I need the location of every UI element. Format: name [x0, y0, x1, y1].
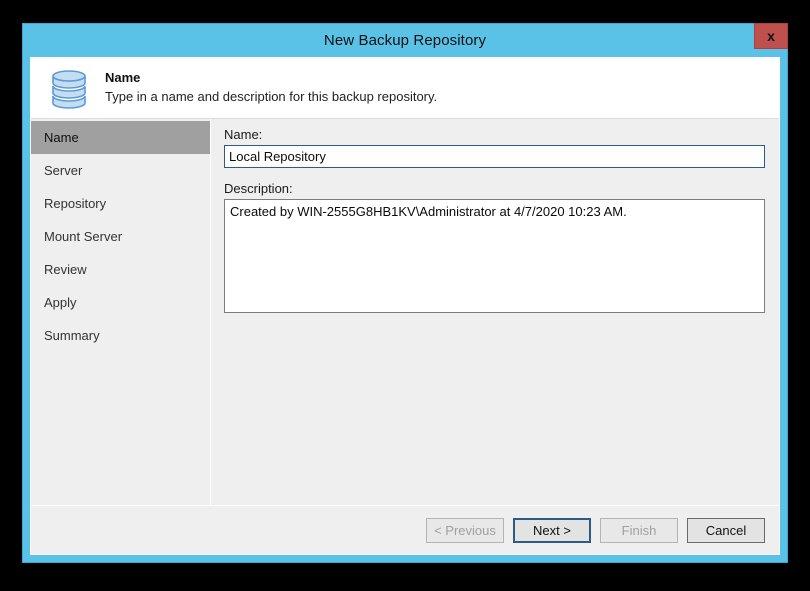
name-field-label: Name: — [224, 127, 263, 142]
close-button[interactable]: x — [754, 23, 788, 49]
window-title: New Backup Repository — [323, 32, 487, 49]
description-field-label: Description: — [224, 181, 293, 196]
sidebar-item-label: Mount Server — [44, 229, 123, 244]
sidebar-item-label: Name — [44, 130, 79, 145]
sidebar-item-apply[interactable]: Apply — [31, 286, 210, 319]
main-area: Name Server Repository Mount Server Revi… — [31, 119, 779, 505]
sidebar-item-review[interactable]: Review — [31, 253, 210, 286]
wizard-header-texts: Name Type in a name and description for … — [105, 69, 437, 106]
description-textarea[interactable]: Created by WIN-2555G8HB1KV\Administrator… — [224, 199, 765, 313]
dialog-body: Name Type in a name and description for … — [30, 57, 780, 555]
sidebar-item-server[interactable]: Server — [31, 154, 210, 187]
wizard-steps-sidebar: Name Server Repository Mount Server Revi… — [31, 119, 211, 505]
cancel-button[interactable]: Cancel — [687, 517, 765, 543]
sidebar-item-label: Repository — [44, 196, 107, 211]
next-button[interactable]: Next > — [513, 517, 591, 543]
sidebar-item-name[interactable]: Name — [31, 121, 210, 154]
sidebar-item-label: Summary — [44, 328, 100, 343]
close-icon: x — [767, 28, 775, 44]
title-bar: New Backup Repository x — [23, 23, 788, 57]
sidebar-item-label: Review — [44, 262, 87, 277]
sidebar-item-label: Apply — [44, 295, 77, 310]
sidebar-item-summary[interactable]: Summary — [31, 319, 210, 352]
database-repository-icon — [47, 65, 93, 111]
wizard-step-title: Name — [105, 70, 141, 85]
wizard-header: Name Type in a name and description for … — [31, 57, 779, 119]
new-backup-repository-dialog: New Backup Repository x Name Type in a n… — [22, 23, 788, 563]
sidebar-item-label: Server — [44, 163, 83, 178]
finish-button[interactable]: Finish — [600, 517, 678, 543]
wizard-step-subtitle: Type in a name and description for this … — [105, 89, 438, 104]
content-panel: Name: Local Repository Description: Crea… — [211, 119, 779, 505]
sidebar-item-mount-server[interactable]: Mount Server — [31, 220, 210, 253]
field-spacer — [224, 168, 765, 181]
button-bar: < Previous Next > Finish Cancel — [31, 505, 779, 554]
previous-button[interactable]: < Previous — [426, 517, 504, 543]
sidebar-item-repository[interactable]: Repository — [31, 187, 210, 220]
name-input[interactable]: Local Repository — [224, 145, 765, 168]
